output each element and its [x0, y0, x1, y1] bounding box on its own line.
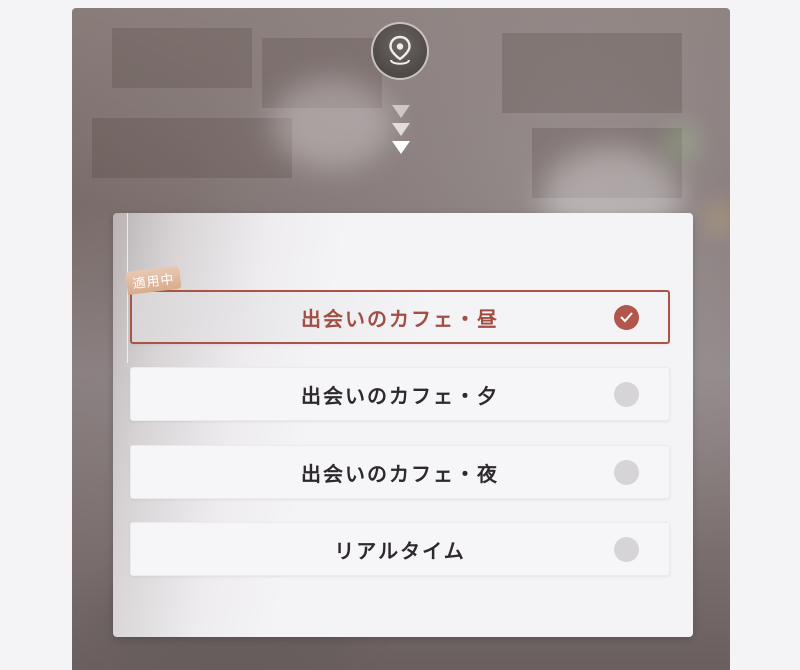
triangle-down-icon [392, 123, 410, 136]
option-label: リアルタイム [334, 538, 466, 563]
triangle-down-icon [392, 141, 410, 154]
option-label: 出会いのカフェ・夜 [301, 461, 499, 486]
radio-unchecked [614, 381, 639, 407]
radio-unchecked [614, 536, 639, 562]
check-icon [620, 312, 633, 323]
location-pin-icon [389, 35, 411, 65]
location-button[interactable] [371, 22, 429, 80]
option-realtime[interactable]: リアルタイム [130, 522, 670, 576]
option-cafe-night[interactable]: 出会いのカフェ・夜 [130, 445, 670, 499]
radio-checked [614, 304, 639, 330]
option-cafe-evening[interactable]: 出会いのカフェ・夕 [130, 367, 670, 421]
triangle-down-icon [392, 105, 410, 118]
option-cafe-noon[interactable]: 出会いのカフェ・昼 [130, 290, 670, 344]
option-label: 出会いのカフェ・昼 [301, 306, 499, 331]
scene-select-card: 出会いのカフェ・昼 適用中 出会いのカフェ・夕 出会いのカフェ・夜 リアルタイム [113, 213, 693, 637]
radio-unchecked [614, 459, 639, 485]
option-label: 出会いのカフェ・夕 [301, 383, 499, 408]
down-arrows [391, 104, 411, 158]
